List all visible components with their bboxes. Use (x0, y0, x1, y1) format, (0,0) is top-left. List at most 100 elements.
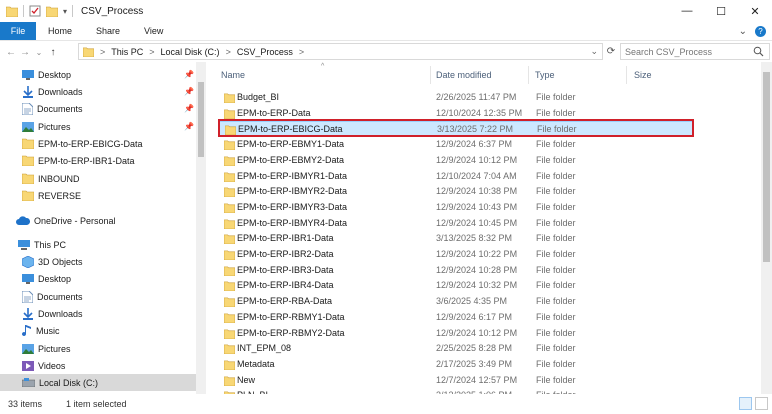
table-row[interactable]: Metadata 2/17/2025 3:49 PM File folder (218, 357, 693, 372)
table-row[interactable]: EPM-to-ERP-IBR3-Data 12/9/2024 10:28 PM Fi… (218, 263, 693, 278)
column-date-modified[interactable]: Date modified (436, 70, 492, 80)
folder-icon (224, 282, 235, 292)
pictures-icon (22, 343, 34, 354)
nav-item-onedrive[interactable]: OneDrive - Personal (16, 212, 192, 229)
tab-file[interactable]: File (0, 22, 36, 40)
nav-item-desktop[interactable]: Desktop 📌 (22, 66, 194, 83)
search-input[interactable]: Search CSV_Process (620, 43, 770, 60)
column-divider[interactable] (430, 66, 431, 84)
breadcrumb-csv-process[interactable]: CSV_Process (237, 47, 293, 57)
forward-button[interactable]: → (18, 44, 32, 60)
nav-item-local-disk[interactable]: Local Disk (C:) (0, 374, 196, 391)
breadcrumb-separator[interactable]: > (299, 47, 304, 57)
customize-toolbar-icon[interactable]: ▾ (63, 7, 67, 16)
nav-item-pictures[interactable]: Pictures 📌 (22, 118, 194, 135)
pin-icon[interactable]: 📌 (184, 104, 194, 113)
minimize-button[interactable]: — (670, 0, 704, 22)
file-date: 3/6/2025 4:35 PM (436, 296, 508, 307)
column-divider[interactable] (626, 66, 627, 84)
new-folder-icon[interactable] (46, 6, 58, 17)
nav-item-epm-ebicg[interactable]: EPM-to-ERP-EBICG-Data (22, 135, 192, 152)
file-type: File folder (537, 124, 577, 135)
file-list-scrollbar[interactable] (761, 62, 772, 394)
maximize-button[interactable]: ☐ (704, 0, 738, 22)
pin-icon[interactable]: 📌 (184, 87, 194, 96)
file-type: File folder (536, 249, 576, 259)
nav-item-label: REVERSE (38, 190, 82, 201)
file-type: File folder (536, 139, 576, 150)
nav-item-3d-objects[interactable]: 3D Objects (22, 253, 192, 270)
nav-item-reverse[interactable]: REVERSE (22, 187, 192, 204)
breadcrumb-local-disk[interactable]: Local Disk (C:) (161, 47, 220, 57)
table-row[interactable]: EPM-to-ERP-RBMY2-Data 12/9/2024 10:12 PM F… (218, 326, 693, 341)
table-row[interactable]: EPM-to-ERP-EBMY2-Data 12/9/2024 10:12 PM F… (218, 153, 693, 168)
nav-item-music[interactable]: Music (22, 322, 192, 339)
large-icons-view-button[interactable] (755, 397, 768, 410)
file-type: File folder (536, 374, 576, 385)
close-button[interactable]: ✕ (738, 0, 772, 22)
nav-item-downloads[interactable]: Downloads 📌 (22, 83, 194, 100)
column-size[interactable]: Size (634, 70, 652, 80)
table-row[interactable]: EPM-to-ERP-IBMYR4-Data 12/9/2024 10:45 PM… (218, 216, 693, 231)
table-row[interactable]: EPM-to-ERP-IBR4-Data 12/9/2024 10:32 PM Fi… (218, 278, 693, 293)
address-bar[interactable]: > This PC > Local Disk (C:) > CSV_Proces… (78, 43, 603, 60)
folder-app-icon (6, 6, 18, 17)
table-row[interactable]: EPM-to-ERP-EBMY1-Data 12/9/2024 6:37 PM Fi… (218, 137, 693, 152)
column-name[interactable]: Name (221, 70, 245, 80)
column-type[interactable]: Type (535, 70, 555, 80)
file-list-scrollbar-thumb[interactable] (763, 72, 770, 262)
breadcrumb-separator[interactable]: > (149, 47, 154, 57)
file-name: EPM-to-ERP-IBR3-Data (237, 264, 334, 275)
table-row[interactable]: EPM-to-ERP-RBMY1-Data 12/9/2024 6:17 PM Fi… (218, 310, 693, 325)
recent-locations-button[interactable]: ⌄ (32, 44, 46, 60)
folder-icon (224, 234, 235, 245)
column-divider[interactable] (528, 66, 529, 84)
nav-item-epm-ibr1[interactable]: EPM-to-ERP-IBR1-Data (22, 152, 192, 169)
ribbon-right: ⌄ ? (739, 22, 772, 40)
properties-icon[interactable] (29, 5, 41, 17)
details-view-button[interactable] (739, 397, 752, 410)
file-name: EPM-to-ERP-IBMYR1-Data (237, 170, 348, 181)
nav-item-inbound[interactable]: INBOUND (22, 170, 192, 187)
breadcrumb-separator[interactable]: > (226, 47, 231, 57)
documents-icon (22, 290, 33, 303)
nav-item-videos[interactable]: Videos (22, 357, 192, 374)
table-row[interactable]: EPM-to-ERP-IBMYR3-Data 12/9/2024 10:43 PM… (218, 200, 693, 215)
table-row[interactable]: EPM-to-ERP-RBA-Data 3/6/2025 4:35 PM File … (218, 294, 693, 309)
pin-icon[interactable]: 📌 (184, 70, 194, 79)
file-type: File folder (536, 280, 576, 291)
table-row[interactable]: New 12/7/2024 12:57 PM File folder (218, 373, 693, 388)
nav-item-downloads-pc[interactable]: Downloads (22, 305, 192, 322)
table-row[interactable]: EPM-to-ERP-IBR2-Data 12/9/2024 10:22 PM Fi… (218, 247, 693, 262)
table-row[interactable]: EPM-to-ERP-IBMYR1-Data 12/10/2024 7:04 AM… (218, 169, 693, 184)
help-icon[interactable]: ? (755, 25, 766, 37)
table-row[interactable]: EPM-to-ERP-IBR1-Data 3/13/2025 8:32 PM Fil… (218, 231, 693, 246)
tab-view[interactable]: View (132, 22, 175, 40)
breadcrumb-separator[interactable]: > (100, 47, 105, 57)
downloads-icon (23, 85, 33, 98)
pin-icon[interactable]: 📌 (184, 122, 194, 131)
nav-item-documents-pc[interactable]: Documents (22, 288, 192, 305)
nav-item-desktop-pc[interactable]: Desktop (22, 270, 192, 287)
breadcrumb-this-pc[interactable]: This PC (111, 47, 143, 57)
table-row[interactable]: EPM-to-ERP-Data 12/10/2024 12:35 PM File f… (218, 106, 693, 121)
nav-scrollbar-thumb[interactable] (198, 82, 204, 157)
nav-item-label: Desktop (38, 69, 72, 80)
nav-item-pictures-pc[interactable]: Pictures (22, 340, 192, 357)
tab-home[interactable]: Home (36, 22, 84, 40)
nav-scrollbar[interactable] (196, 62, 206, 394)
table-row[interactable]: Budget_BI 2/26/2025 11:47 PM File folder (218, 90, 693, 105)
expand-ribbon-icon[interactable]: ⌄ (739, 26, 747, 37)
back-button[interactable]: ← (4, 44, 18, 60)
address-dropdown-icon[interactable]: ⌄ (590, 46, 598, 57)
up-button[interactable]: ↑ (46, 44, 60, 60)
table-row[interactable]: EPM-to-ERP-IBMYR2-Data 12/9/2024 10:38 PM… (218, 184, 693, 199)
table-row[interactable]: INT_EPM_08 2/25/2025 8:28 PM File folder (218, 341, 693, 356)
nav-item-documents[interactable]: Documents 📌 (22, 100, 194, 117)
refresh-button[interactable]: ⟳ (604, 43, 618, 60)
table-row[interactable]: EPM-to-ERP-EBICG-Data 3/13/2025 7:22 PM Fi… (218, 121, 693, 137)
file-name: EPM-to-ERP-RBMY2-Data (237, 327, 345, 338)
file-date: 2/25/2025 8:28 PM (436, 343, 513, 354)
tab-share[interactable]: Share (84, 22, 132, 40)
nav-item-this-pc[interactable]: This PC (18, 236, 192, 253)
